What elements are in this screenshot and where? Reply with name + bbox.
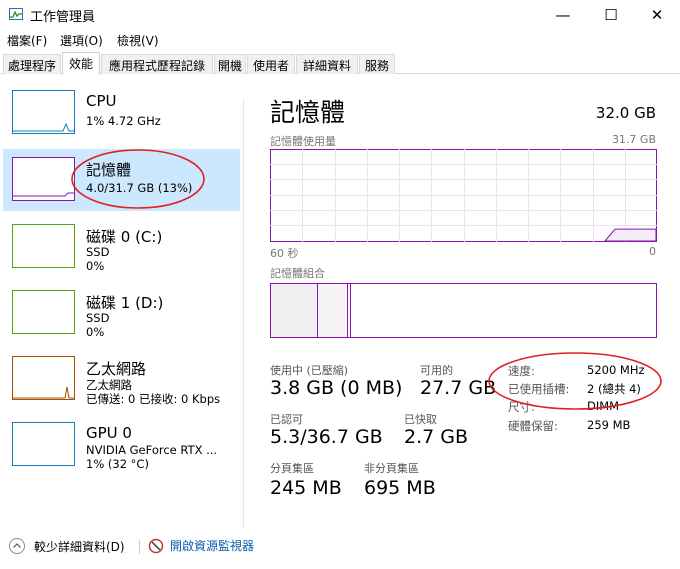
memory-thumbnail-graph xyxy=(12,157,75,201)
sidebar-item-usage: 0% xyxy=(86,259,105,273)
fewer-details-label: 較少詳細資料(D) xyxy=(34,539,125,554)
fewer-details-button[interactable]: 較少詳細資料(D) xyxy=(8,537,125,555)
cached-label: 已快取 xyxy=(404,413,437,426)
menu-options[interactable]: 選項(O) xyxy=(60,32,103,49)
sidebar-item-disk-1[interactable]: 磁碟 1 (D:) SSD 0% xyxy=(3,282,240,344)
resource-monitor-icon xyxy=(148,538,164,553)
sidebar-item-detail: SSD xyxy=(86,245,110,259)
chevron-up-icon xyxy=(9,538,25,554)
available-value: 27.7 GB xyxy=(420,377,497,399)
sidebar-item-detail: NVIDIA GeForce RTX ... xyxy=(86,443,218,457)
sidebar-item-detail: SSD xyxy=(86,311,110,325)
tab-startup[interactable]: 開機 xyxy=(214,54,246,74)
menu-bar: 檔案(F) 選項(O) 檢視(V) xyxy=(0,30,680,50)
sidebar-item-throughput: 已傳送: 0 已接收: 0 Kbps xyxy=(86,392,221,406)
nonpaged-pool-label: 非分頁集區 xyxy=(364,462,419,475)
tab-services[interactable]: 服務 xyxy=(359,54,395,74)
nonpaged-pool-value: 695 MB xyxy=(364,477,436,499)
tab-processes[interactable]: 處理程序 xyxy=(3,54,61,74)
disk-1-thumbnail-graph xyxy=(12,290,75,334)
title-bar: 工作管理員 — ☐ ✕ xyxy=(0,0,680,30)
tab-app-history[interactable]: 應用程式歷程記錄 xyxy=(101,54,213,74)
usage-graph-max: 31.7 GB xyxy=(611,133,656,146)
cpu-mini-graph xyxy=(13,122,74,132)
tab-users[interactable]: 使用者 xyxy=(247,54,295,74)
committed-label: 已認可 xyxy=(270,413,303,426)
disk-0-thumbnail-graph xyxy=(12,224,75,268)
in-use-value: 3.8 GB (0 MB) xyxy=(270,377,403,399)
cached-value: 2.7 GB xyxy=(404,426,469,448)
open-resource-monitor-label: 開啟資源監視器 xyxy=(170,539,255,553)
open-resource-monitor-link[interactable]: 開啟資源監視器 xyxy=(148,537,254,554)
menu-file[interactable]: 檔案(F) xyxy=(7,32,47,49)
sidebar-item-gpu[interactable]: GPU 0 NVIDIA GeForce RTX ... 1% (32 °C) xyxy=(3,414,240,476)
cpu-thumbnail-graph xyxy=(12,90,75,134)
maximize-button[interactable]: ☐ xyxy=(588,0,634,30)
minimize-icon: — xyxy=(555,6,571,24)
sidebar-item-cpu[interactable]: CPU 1% 4.72 GHz xyxy=(3,82,240,144)
ethernet-thumbnail-graph xyxy=(12,356,75,400)
close-button[interactable]: ✕ xyxy=(634,0,680,30)
sidebar-item-label: 乙太網路 xyxy=(86,360,147,378)
paged-pool-value: 245 MB xyxy=(270,477,342,499)
close-icon: ✕ xyxy=(650,6,664,24)
task-manager-icon xyxy=(9,8,23,20)
sidebar-item-label: CPU xyxy=(86,92,117,110)
sidebar-item-label: 磁碟 0 (C:) xyxy=(86,228,163,246)
available-label: 可用的 xyxy=(420,364,453,377)
composition-modified xyxy=(318,284,347,337)
hardware-reserved-label: 硬體保留: xyxy=(508,419,558,433)
tab-performance[interactable]: 效能 xyxy=(62,52,100,75)
footer-divider xyxy=(139,540,140,554)
gpu-thumbnail-graph xyxy=(12,422,75,466)
sidebar-item-ethernet[interactable]: 乙太網路 乙太網路 已傳送: 0 已接收: 0 Kbps xyxy=(3,348,240,410)
minimize-button[interactable]: — xyxy=(540,0,586,30)
sidebar-item-detail: 1% 4.72 GHz xyxy=(86,114,161,128)
footer: 較少詳細資料(D) 開啟資源監視器 xyxy=(0,532,680,569)
sidebar-item-disk-0[interactable]: 磁碟 0 (C:) SSD 0% xyxy=(3,216,240,278)
sidebar-item-label: GPU 0 xyxy=(86,424,132,442)
memory-usage-graph xyxy=(270,149,657,242)
ethernet-mini-graph xyxy=(13,386,74,399)
annotation-circle xyxy=(71,149,205,209)
paged-pool-label: 分頁集區 xyxy=(270,462,314,475)
resource-sidebar: CPU 1% 4.72 GHz 記憶體 4.0/31.7 GB (13%) 磁碟… xyxy=(0,82,244,532)
memory-mini-graph xyxy=(13,192,74,197)
memory-composition-bar xyxy=(270,283,657,338)
panel-divider xyxy=(243,98,244,528)
composition-label: 記憶體組合 xyxy=(270,267,325,280)
time-axis-left: 60 秒 xyxy=(270,247,299,260)
sidebar-item-label: 磁碟 1 (D:) xyxy=(86,294,164,312)
page-title: 記憶體 xyxy=(270,98,346,127)
tab-details[interactable]: 詳細資料 xyxy=(296,54,358,74)
menu-view[interactable]: 檢視(V) xyxy=(117,32,159,49)
sidebar-item-memory[interactable]: 記憶體 4.0/31.7 GB (13%) xyxy=(3,149,240,211)
time-axis-right: 0 xyxy=(649,245,656,258)
tab-strip: 處理程序 效能 應用程式歷程記錄 開機 使用者 詳細資料 服務 xyxy=(0,52,680,75)
annotation-circle xyxy=(488,352,662,410)
composition-in-use xyxy=(271,284,317,337)
committed-value: 5.3/36.7 GB xyxy=(270,426,383,448)
sidebar-item-usage: 1% (32 °C) xyxy=(86,457,149,471)
window-title: 工作管理員 xyxy=(30,10,96,25)
hardware-reserved-value: 259 MB xyxy=(587,418,631,432)
maximize-icon: ☐ xyxy=(604,6,618,24)
in-use-label: 使用中 (已壓縮) xyxy=(270,364,349,377)
usage-graph-label: 記憶體使用量 xyxy=(270,135,336,148)
total-memory: 32.0 GB xyxy=(595,104,656,122)
sidebar-item-usage: 0% xyxy=(86,325,105,339)
